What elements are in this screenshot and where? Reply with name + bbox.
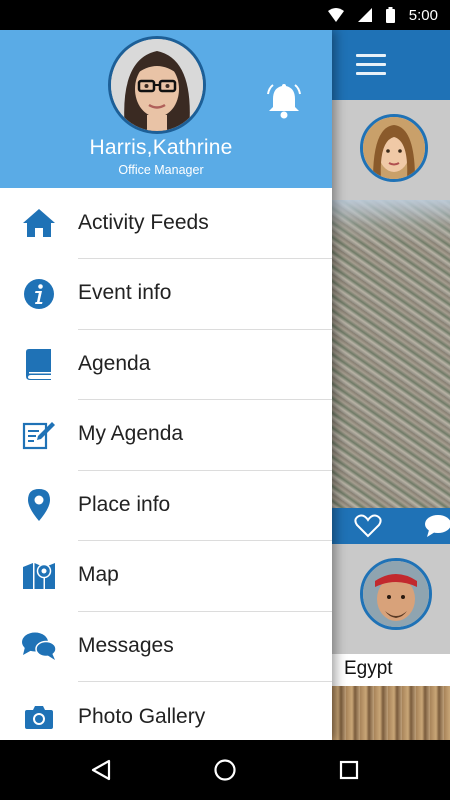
- menu-item-my-agenda[interactable]: My Agenda: [0, 400, 332, 471]
- profile-role: Office Manager: [118, 163, 204, 177]
- menu-item-label: Place info: [78, 470, 332, 541]
- navigation-drawer: Harris,Kathrine Office Manager Activity …: [0, 30, 332, 740]
- edit-note-icon: [22, 421, 55, 449]
- menu-item-messages[interactable]: Messages: [0, 611, 332, 682]
- back-icon[interactable]: [90, 759, 112, 781]
- book-icon: [26, 349, 51, 381]
- chat-bubbles-icon: [22, 632, 57, 661]
- avatar[interactable]: [360, 114, 428, 182]
- signal-icon: [357, 8, 372, 22]
- battery-icon: [385, 7, 395, 23]
- status-time: 5:00: [408, 6, 438, 24]
- avatar[interactable]: [360, 558, 432, 630]
- menu-item-event-info[interactable]: Event info: [0, 259, 332, 330]
- menu-item-label: Agenda: [78, 329, 332, 400]
- recent-apps-icon[interactable]: [338, 759, 360, 781]
- feed-post-actions: [332, 508, 450, 544]
- menu-item-agenda[interactable]: Agenda: [0, 329, 332, 400]
- menu-item-map[interactable]: Map: [0, 541, 332, 612]
- app-toolbar: [332, 30, 450, 100]
- menu-item-label: Activity Feeds: [78, 188, 332, 259]
- menu-item-label: Event info: [78, 258, 332, 330]
- system-navigation-bar: [0, 740, 450, 800]
- menu-item-activity-feeds[interactable]: Activity Feeds: [0, 188, 332, 259]
- menu-item-label: My Agenda: [78, 399, 332, 471]
- profile-avatar[interactable]: [108, 36, 206, 134]
- hamburger-menu-icon[interactable]: [356, 54, 386, 76]
- menu-item-label: Map: [78, 540, 332, 612]
- camera-icon: [25, 705, 53, 729]
- menu-item-place-info[interactable]: Place info: [0, 470, 332, 541]
- feed-post-caption: Egypt: [332, 654, 450, 686]
- location-pin-icon: [28, 489, 50, 522]
- feed-post-header: [332, 100, 450, 200]
- drawer-menu: Activity Feeds Event info Agenda My Agen…: [0, 188, 332, 752]
- heart-icon[interactable]: [354, 514, 382, 538]
- home-button-icon[interactable]: [213, 758, 237, 782]
- home-icon: [23, 209, 55, 238]
- comment-icon[interactable]: [424, 514, 450, 538]
- feed-post-header: [332, 544, 450, 654]
- menu-item-label: Messages: [78, 611, 332, 682]
- wifi-icon: [327, 8, 344, 22]
- profile-name: Harris,Kathrine: [89, 136, 233, 159]
- feed-post-photo[interactable]: [332, 686, 450, 740]
- info-icon: [24, 278, 54, 309]
- notification-bell-icon[interactable]: [264, 80, 304, 120]
- status-bar: 5:00: [0, 0, 450, 30]
- drawer-header: Harris,Kathrine Office Manager: [0, 30, 332, 188]
- feed-post-photo[interactable]: [332, 200, 450, 508]
- map-icon: [23, 562, 55, 589]
